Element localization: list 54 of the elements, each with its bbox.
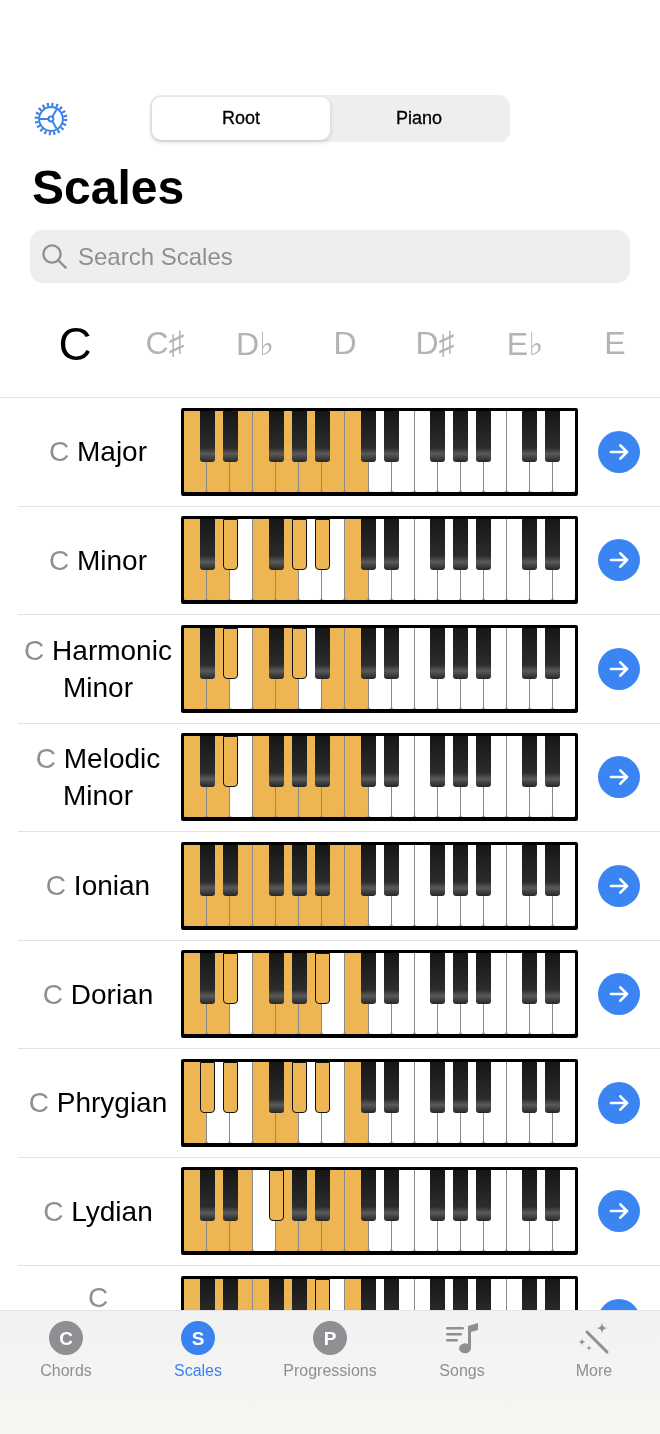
arrow-right-icon [609, 769, 629, 786]
open-scale-button[interactable] [598, 430, 640, 473]
root-note-label: C [28, 1087, 49, 1119]
scale-name: Melodic Minor [63, 743, 161, 812]
open-scale-button[interactable] [598, 756, 640, 799]
root-note-tab[interactable]: E [570, 290, 660, 397]
search-field[interactable]: Search Scales [30, 230, 630, 283]
root-note-label: C [87, 1282, 109, 1310]
open-scale-button[interactable] [598, 1190, 640, 1233]
scale-name: Dorian [70, 978, 154, 1010]
scale-name: Harmonic Minor [52, 634, 172, 703]
open-scale-button[interactable] [598, 539, 640, 582]
arrow-right-icon [609, 877, 629, 894]
root-note-label: C [43, 1195, 64, 1227]
root-note-tab[interactable]: D♯ [390, 290, 480, 397]
letter-circle-icon: P [313, 1321, 347, 1355]
root-note-tab[interactable]: D♭ [210, 290, 300, 397]
open-scale-button[interactable] [598, 1081, 640, 1124]
scale-name: Phrygian [56, 1087, 168, 1119]
root-note-tab[interactable]: C♯ [120, 290, 210, 397]
arrow-right-icon [609, 1094, 629, 1111]
arrow-right-icon [609, 1203, 629, 1220]
open-scale-button[interactable] [598, 973, 640, 1016]
open-scale-button[interactable] [598, 864, 640, 907]
root-note-tab[interactable]: D [300, 290, 390, 397]
settings-icon[interactable] [34, 101, 68, 136]
scale-name: Ionian [73, 870, 151, 902]
scale-name: Lydian [71, 1195, 153, 1227]
letter-circle-icon: S [181, 1321, 215, 1355]
root-note-label: C [49, 544, 70, 576]
arrow-right-icon [609, 660, 629, 677]
tab-bar-item[interactable]: S Scales [132, 1311, 264, 1434]
page-title: Scales [32, 160, 185, 216]
segment-tab[interactable]: Piano [330, 97, 508, 140]
scale-name: Major [77, 436, 147, 468]
letter-circle-icon: C [49, 1321, 83, 1355]
root-note-tab[interactable]: E♭ [480, 290, 570, 397]
segment-tab[interactable]: Root [152, 97, 330, 140]
open-scale-button[interactable] [598, 647, 640, 690]
tab-bar-item[interactable]: P Progressions [264, 1311, 396, 1434]
root-note-label: C [35, 743, 56, 775]
arrow-right-icon [609, 552, 629, 569]
root-note-label: C [42, 978, 63, 1010]
tab-bar-item[interactable]: C Chords [0, 1311, 132, 1434]
tab-bar-item[interactable]: Songs [396, 1311, 528, 1434]
arrow-right-icon [609, 443, 629, 460]
tab-bar-item[interactable]: More [528, 1311, 660, 1434]
root-note-label: C [45, 870, 67, 902]
root-note-label: C [24, 634, 45, 666]
arrow-right-icon [609, 986, 629, 1003]
root-note-label: C [49, 436, 70, 468]
root-note-tab[interactable]: C [30, 290, 120, 397]
scale-name: Minor [77, 544, 147, 576]
search-icon [42, 244, 67, 269]
